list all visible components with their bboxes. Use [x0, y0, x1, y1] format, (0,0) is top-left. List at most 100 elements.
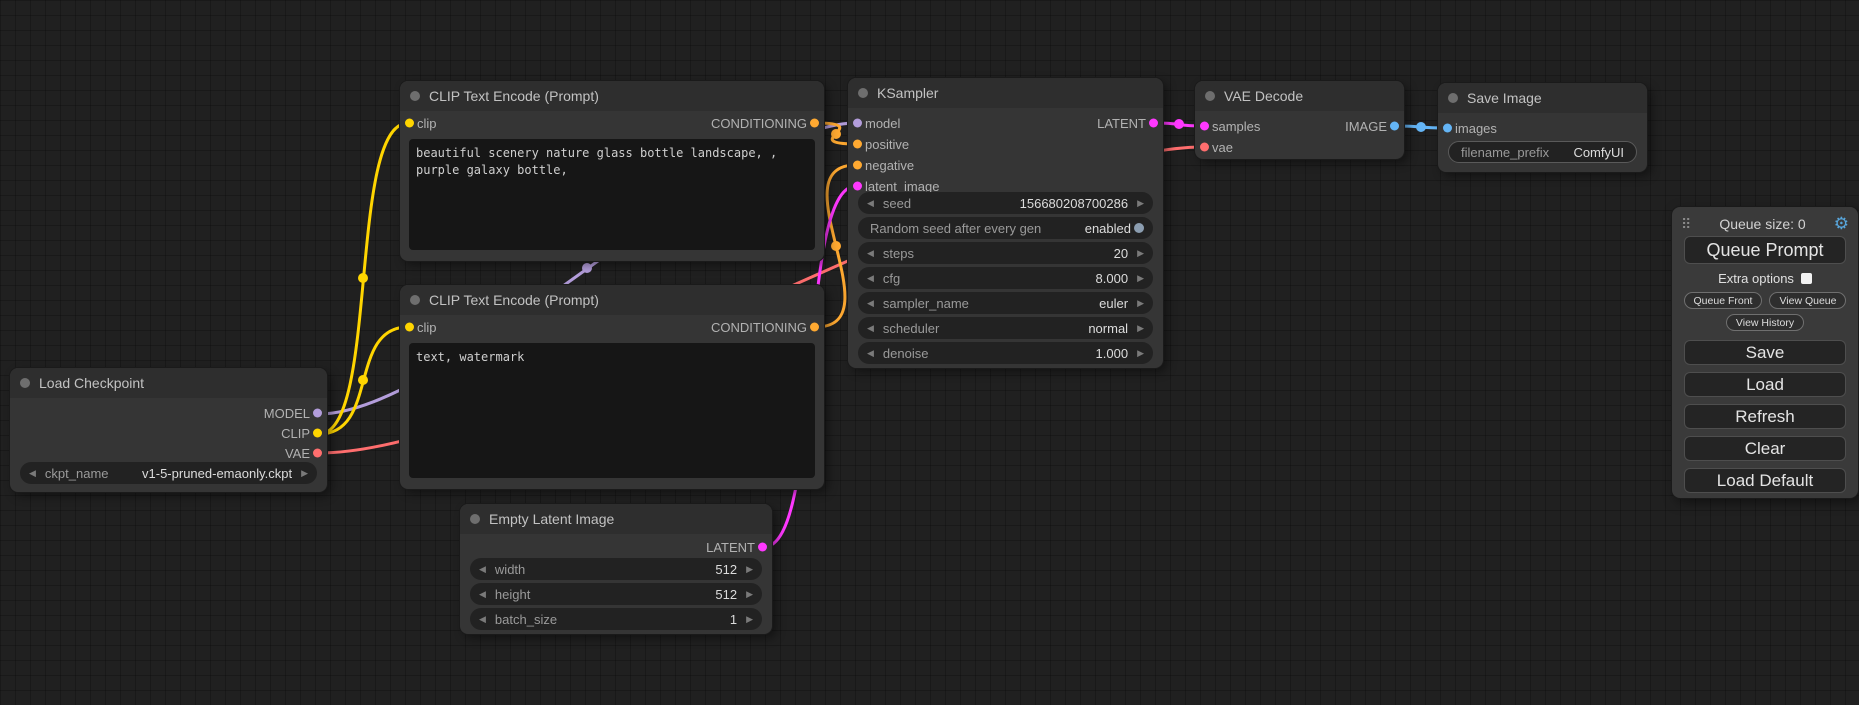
decrement-arrow-icon[interactable]: ◀ [479, 590, 486, 599]
node-vae-decode[interactable]: VAE Decode samples vae IMAGE [1195, 81, 1404, 159]
denoise-widget[interactable]: ◀ denoise 1.000 ▶ [858, 342, 1153, 364]
collapse-dot-icon[interactable] [20, 378, 30, 388]
node-clip-text-encode-negative[interactable]: CLIP Text Encode (Prompt) clip CONDITION… [400, 285, 824, 489]
decrement-arrow-icon[interactable]: ◀ [867, 199, 874, 208]
conditioning-output-slot[interactable] [810, 323, 819, 332]
vae-output-slot[interactable] [313, 449, 322, 458]
slot-label: images [1455, 121, 1497, 136]
link-midpoint-dot [831, 241, 841, 251]
increment-arrow-icon[interactable]: ▶ [746, 615, 753, 624]
decrement-arrow-icon[interactable]: ◀ [479, 615, 486, 624]
collapse-dot-icon[interactable] [410, 91, 420, 101]
clip-input-slot[interactable] [405, 119, 414, 128]
node-empty-latent-image[interactable]: Empty Latent Image LATENT ◀ width 512 ▶ … [460, 504, 772, 634]
prompt-textarea[interactable]: text, watermark [409, 343, 815, 478]
increment-arrow-icon[interactable]: ▶ [746, 565, 753, 574]
increment-arrow-icon[interactable]: ▶ [746, 590, 753, 599]
collapse-dot-icon[interactable] [470, 514, 480, 524]
clear-button[interactable]: Clear [1684, 436, 1846, 461]
increment-arrow-icon[interactable]: ▶ [301, 469, 308, 478]
scheduler-widget[interactable]: ◀ scheduler normal ▶ [858, 317, 1153, 339]
queue-front-button[interactable]: Queue Front [1684, 292, 1763, 309]
node-title-bar[interactable]: VAE Decode [1195, 81, 1404, 111]
drag-handle-icon[interactable]: ⠿ [1681, 217, 1691, 231]
image-output-slot[interactable] [1390, 122, 1399, 131]
widget-label: sampler_name [883, 296, 969, 311]
random-seed-widget[interactable]: Random seed after every gen enabled [858, 217, 1153, 239]
increment-arrow-icon[interactable]: ▶ [1137, 324, 1144, 333]
decrement-arrow-icon[interactable]: ◀ [867, 349, 874, 358]
slot-label: CLIP [281, 426, 310, 441]
decrement-arrow-icon[interactable]: ◀ [867, 249, 874, 258]
increment-arrow-icon[interactable]: ▶ [1137, 274, 1144, 283]
increment-arrow-icon[interactable]: ▶ [1137, 249, 1144, 258]
increment-arrow-icon[interactable]: ▶ [1137, 199, 1144, 208]
node-graph-canvas[interactable]: Load Checkpoint MODEL CLIP VAE ◀ ckpt_na… [0, 0, 1859, 705]
decrement-arrow-icon[interactable]: ◀ [867, 299, 874, 308]
decrement-arrow-icon[interactable]: ◀ [479, 565, 486, 574]
node-title-bar[interactable]: Empty Latent Image [460, 504, 772, 534]
node-title: VAE Decode [1224, 88, 1303, 104]
prompt-textarea[interactable]: beautiful scenery nature glass bottle la… [409, 139, 815, 250]
node-clip-text-encode-positive[interactable]: CLIP Text Encode (Prompt) clip CONDITION… [400, 81, 824, 261]
cfg-widget[interactable]: ◀ cfg 8.000 ▶ [858, 267, 1153, 289]
slot-label: CONDITIONING [711, 116, 807, 131]
clip-output-slot[interactable] [313, 429, 322, 438]
node-ksampler[interactable]: KSampler model positive negative latent_… [848, 78, 1163, 368]
collapse-dot-icon[interactable] [858, 88, 868, 98]
steps-widget[interactable]: ◀ steps 20 ▶ [858, 242, 1153, 264]
conditioning-output-slot[interactable] [810, 119, 819, 128]
latent-image-input-slot[interactable] [853, 182, 862, 191]
load-default-button[interactable]: Load Default [1684, 468, 1846, 493]
queue-prompt-button[interactable]: Queue Prompt [1684, 236, 1846, 264]
negative-input-slot[interactable] [853, 161, 862, 170]
width-widget[interactable]: ◀ width 512 ▶ [470, 558, 762, 580]
slot-label: negative [865, 158, 914, 173]
extra-options-checkbox[interactable] [1801, 273, 1812, 284]
decrement-arrow-icon[interactable]: ◀ [29, 469, 36, 478]
widget-label: width [495, 562, 525, 577]
increment-arrow-icon[interactable]: ▶ [1137, 299, 1144, 308]
widget-value: 156680208700286 [1020, 196, 1128, 211]
widget-label: cfg [883, 271, 900, 286]
samples-input-slot[interactable] [1200, 122, 1209, 131]
ckpt-name-widget[interactable]: ◀ ckpt_name v1-5-pruned-emaonly.ckpt ▶ [20, 462, 317, 484]
view-queue-button[interactable]: View Queue [1769, 292, 1846, 309]
collapse-dot-icon[interactable] [1448, 93, 1458, 103]
node-load-checkpoint[interactable]: Load Checkpoint MODEL CLIP VAE ◀ ckpt_na… [10, 368, 327, 492]
load-button[interactable]: Load [1684, 372, 1846, 397]
filename-prefix-widget[interactable]: filename_prefix ComfyUI [1448, 141, 1637, 163]
node-title-bar[interactable]: Save Image [1438, 83, 1647, 113]
random-toggle-icon[interactable] [1134, 223, 1144, 233]
conditioning-output: CONDITIONING [711, 318, 824, 336]
decrement-arrow-icon[interactable]: ◀ [867, 324, 874, 333]
latent-output-slot[interactable] [758, 543, 767, 552]
refresh-button[interactable]: Refresh [1684, 404, 1846, 429]
batch-size-widget[interactable]: ◀ batch_size 1 ▶ [470, 608, 762, 630]
settings-gear-icon[interactable]: ⚙ [1834, 215, 1849, 232]
vae-input-slot[interactable] [1200, 143, 1209, 152]
slot-label: clip [417, 116, 437, 131]
increment-arrow-icon[interactable]: ▶ [1137, 349, 1144, 358]
height-widget[interactable]: ◀ height 512 ▶ [470, 583, 762, 605]
node-title-bar[interactable]: CLIP Text Encode (Prompt) [400, 81, 824, 111]
latent-output-slot[interactable] [1149, 119, 1158, 128]
node-save-image[interactable]: Save Image images filename_prefix ComfyU… [1438, 83, 1647, 172]
node-title-bar[interactable]: KSampler [848, 78, 1163, 108]
sampler-name-widget[interactable]: ◀ sampler_name euler ▶ [858, 292, 1153, 314]
images-input-slot[interactable] [1443, 124, 1452, 133]
save-button[interactable]: Save [1684, 340, 1846, 365]
model-output-slot[interactable] [313, 409, 322, 418]
model-input: model [848, 114, 900, 132]
collapse-dot-icon[interactable] [1205, 91, 1215, 101]
view-history-button[interactable]: View History [1726, 314, 1804, 331]
decrement-arrow-icon[interactable]: ◀ [867, 274, 874, 283]
node-title-bar[interactable]: CLIP Text Encode (Prompt) [400, 285, 824, 315]
clip-input-slot[interactable] [405, 323, 414, 332]
link-midpoint-dot [358, 375, 368, 385]
model-input-slot[interactable] [853, 119, 862, 128]
collapse-dot-icon[interactable] [410, 295, 420, 305]
node-title-bar[interactable]: Load Checkpoint [10, 368, 327, 398]
positive-input-slot[interactable] [853, 140, 862, 149]
seed-widget[interactable]: ◀ seed 156680208700286 ▶ [858, 192, 1153, 214]
